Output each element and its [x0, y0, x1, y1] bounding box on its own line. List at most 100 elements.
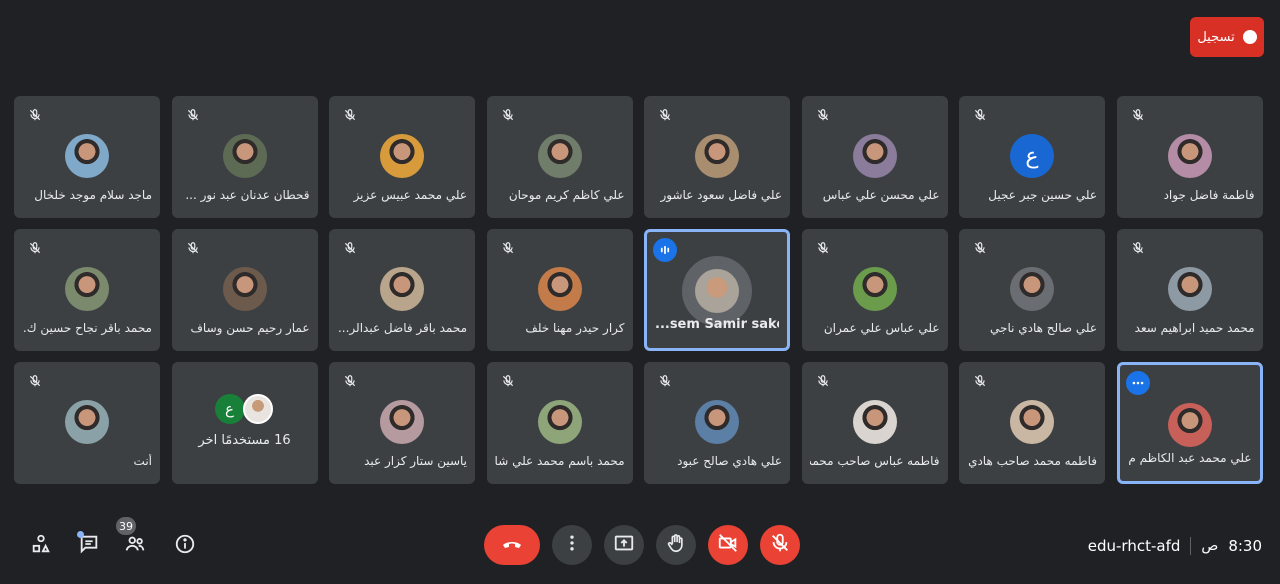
more-horiz-icon[interactable] — [1125, 371, 1150, 395]
participant-tile[interactable]: محمد باسم محمد علي شا... — [486, 362, 633, 484]
participant-name: فاطمه محمد صاحب هادي — [968, 454, 1097, 468]
participant-tile[interactable]: علي محمد عبيس عزيز — [329, 96, 475, 218]
avatar — [222, 267, 267, 311]
mic-off-icon — [1127, 237, 1149, 259]
mic-off-icon — [812, 370, 834, 392]
mic-off-icon — [497, 370, 519, 392]
avatar — [380, 267, 424, 311]
mic-off-icon — [654, 104, 676, 126]
mic-off-icon — [1127, 104, 1149, 126]
participant-tile[interactable]: فاطمه محمد صاحب هادي — [959, 362, 1105, 484]
avatar — [682, 256, 752, 326]
clock-ampm: ص — [1201, 538, 1219, 554]
avatar-group: ع — [214, 392, 275, 426]
mic-off-icon — [812, 237, 834, 259]
participant-tile[interactable]: ماجد سلام موجد خلخال — [14, 96, 160, 218]
meeting-details: edu-rhct-afd ص 8:30 — [1088, 537, 1262, 555]
participant-name: علي كاظم كريم موحان — [508, 188, 625, 202]
participant-name: كرار حيدر مهنا خلف — [525, 321, 625, 335]
mic-off-icon — [769, 532, 791, 558]
hand-icon — [665, 532, 687, 558]
participant-tile[interactable]: محمد باقر فاضل عبدالر... — [329, 229, 475, 351]
participant-name: أنت — [133, 454, 152, 468]
participant-name: محمد باقر فاضل عبدالر... — [337, 321, 467, 335]
recording-label: تسجيل — [1197, 29, 1235, 45]
present-screen-icon — [613, 532, 635, 558]
participant-tile[interactable]: ع علي حسين جبر عجيل — [959, 96, 1105, 218]
avatar — [380, 134, 424, 178]
participant-tile[interactable]: علي صالح هادي ناجي — [959, 229, 1105, 351]
avatar — [852, 134, 897, 178]
meeting-code[interactable]: edu-rhct-afd — [1088, 537, 1181, 555]
avatar — [1167, 134, 1212, 178]
avatar — [695, 134, 739, 178]
recording-indicator[interactable]: تسجيل — [1190, 17, 1264, 57]
participant-name: عمار رحيم حسن وساف — [190, 321, 310, 335]
participant-name: علي عباس علي عمران — [823, 321, 940, 335]
avatar — [537, 134, 582, 178]
chat-icon[interactable] — [74, 529, 104, 559]
mic-off-icon — [654, 370, 676, 392]
participant-name: علي فاضل سعود عاشور — [660, 188, 783, 202]
avatar — [695, 400, 739, 444]
avatar — [222, 134, 267, 178]
avatar — [65, 267, 109, 311]
participant-tile[interactable]: فاطمه عباس صاحب محمد — [801, 362, 948, 484]
participant-tile[interactable]: علي محسن علي عباس — [801, 96, 948, 218]
avatar — [1167, 403, 1212, 447]
participant-tile[interactable]: ...sem Samir saker — [644, 229, 790, 351]
participant-name: فاطمة فاضل جواد — [1163, 188, 1255, 202]
avatar — [1010, 400, 1054, 444]
mic-off-button[interactable] — [760, 525, 800, 565]
participant-tile[interactable]: ع 16 مستخدمًا آخر — [171, 362, 318, 484]
activities-icon[interactable] — [26, 529, 56, 559]
participant-name: محمد باقر نجاح حسين ك... — [22, 321, 152, 335]
participant-tile[interactable]: محمد حميد ابراهيم سعد — [1116, 229, 1263, 351]
participant-name: علي محسن علي عباس — [822, 188, 940, 202]
divider — [1190, 537, 1192, 555]
participant-tile[interactable]: أنت — [14, 362, 160, 484]
participant-name: ماجد سلام موجد خلخال — [34, 188, 152, 202]
mic-off-icon — [182, 104, 204, 126]
participant-tile[interactable]: علي عباس علي عمران — [801, 229, 948, 351]
more-vert-icon — [562, 533, 582, 557]
participant-tile[interactable]: كرار حيدر مهنا خلف — [486, 229, 633, 351]
mic-off-icon — [497, 237, 519, 259]
present-now-button[interactable] — [604, 525, 644, 565]
participant-tile[interactable]: علي محمد عبد الكاظم م... — [1116, 362, 1263, 484]
participant-tile[interactable]: عمار رحيم حسن وساف — [171, 229, 318, 351]
avatar — [537, 267, 582, 311]
participant-name: ...sem Samir saker — [655, 318, 779, 332]
participant-tile[interactable]: محمد باقر نجاح حسين ك... — [14, 229, 160, 351]
avatar — [65, 134, 109, 178]
avatar — [1010, 267, 1054, 311]
avatar — [380, 400, 424, 444]
raise-hand-button[interactable] — [656, 525, 696, 565]
participant-name: علي صالح هادي ناجي — [990, 321, 1097, 335]
avatar — [1167, 267, 1212, 311]
clock-time: 8:30 — [1228, 537, 1262, 555]
participant-name: علي محمد عبيس عزيز — [353, 188, 467, 202]
participant-tile[interactable]: ياسين ستار كزار عبد — [329, 362, 475, 484]
avatar — [852, 400, 897, 444]
participants-grid: ماجد سلام موجد خلخال قحطان عدنان عبد نور … — [14, 96, 1264, 484]
participant-tile[interactable]: علي كاظم كريم موحان — [486, 96, 633, 218]
participant-name: قحطان عدنان عبد نور ... — [185, 188, 310, 202]
leave-call-button[interactable] — [484, 525, 540, 565]
mic-off-icon — [969, 237, 991, 259]
mic-off-icon — [497, 104, 519, 126]
mic-off-icon — [339, 104, 361, 126]
more-options-button[interactable] — [552, 525, 592, 565]
avatar — [537, 400, 582, 444]
participant-tile[interactable]: فاطمة فاضل جواد — [1116, 96, 1263, 218]
mic-off-icon — [182, 237, 204, 259]
participant-tile[interactable]: علي هادي صالح عبود — [644, 362, 790, 484]
participant-tile[interactable]: علي فاضل سعود عاشور — [644, 96, 790, 218]
mic-off-icon — [969, 104, 991, 126]
people-count-badge: 39 — [116, 517, 136, 535]
camera-off-button[interactable] — [708, 525, 748, 565]
info-icon[interactable] — [170, 529, 200, 559]
participant-name: فاطمه عباس صاحب محمد — [809, 454, 940, 468]
mic-off-icon — [24, 237, 46, 259]
participant-tile[interactable]: قحطان عدنان عبد نور ... — [171, 96, 318, 218]
